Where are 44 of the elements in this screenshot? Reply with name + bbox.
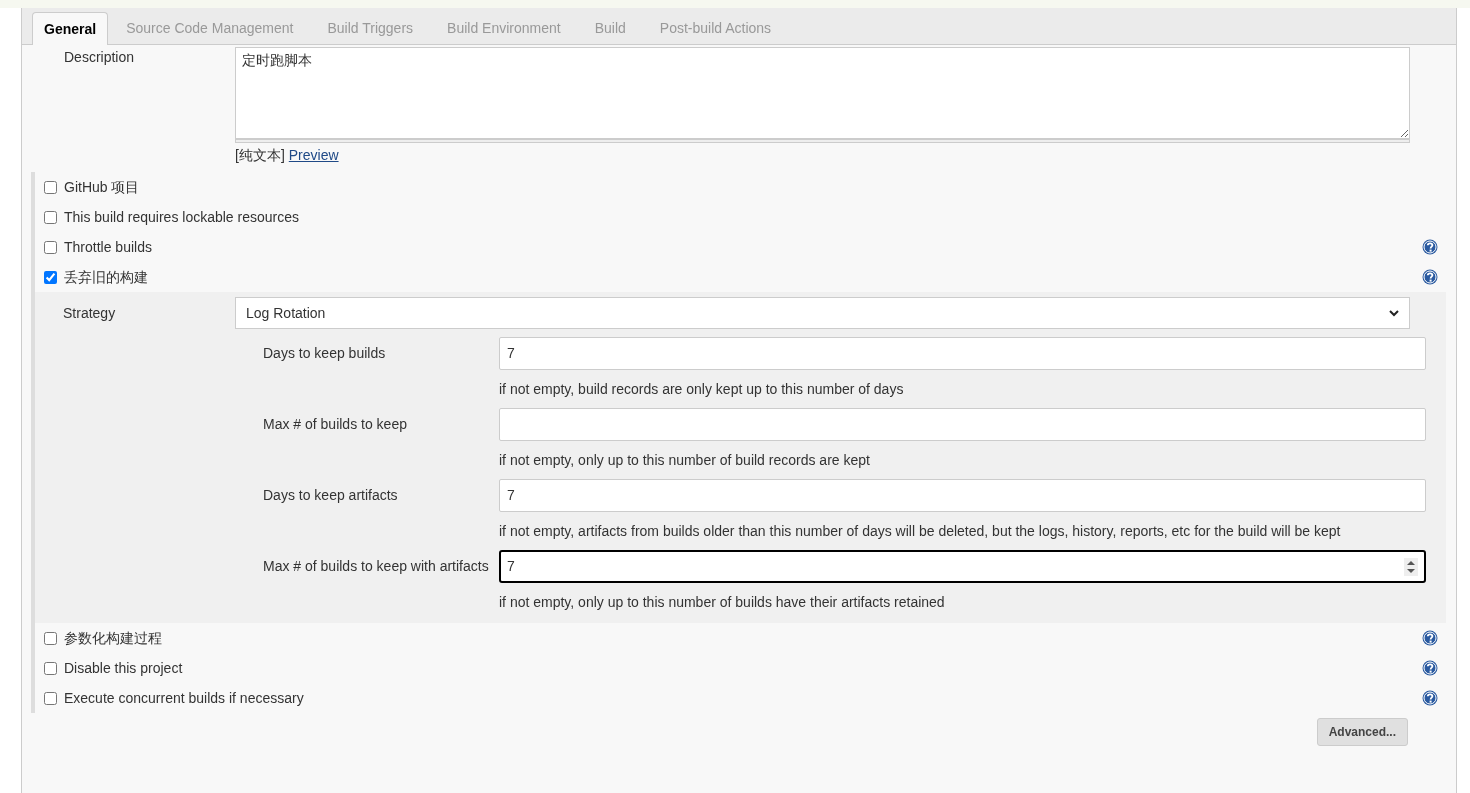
- advanced-button[interactable]: Advanced...: [1316, 718, 1408, 746]
- checkbox[interactable]: [44, 691, 57, 705]
- field-label: Max # of builds to keep with artifacts: [262, 557, 490, 576]
- checkbox-label: 参数化构建过程: [64, 628, 163, 648]
- hint-text: if not empty, artifacts from builds older than this number of days will be deleted, but the logs, history, reports, etc for the build will be kept: [499, 522, 1342, 541]
- checkbox-label: Execute concurrent builds if necessary: [64, 688, 305, 708]
- help-icon[interactable]: [1422, 690, 1438, 706]
- checkbox[interactable]: [44, 631, 57, 645]
- checkbox[interactable]: [44, 240, 57, 254]
- help-icon[interactable]: [1422, 660, 1438, 676]
- help-icon[interactable]: [1422, 630, 1438, 646]
- field-label: Days to keep artifacts: [262, 486, 399, 505]
- checkbox[interactable]: [44, 210, 57, 224]
- input-field[interactable]: 7: [499, 479, 1426, 512]
- checkbox[interactable]: [44, 270, 57, 284]
- input-value: 7: [507, 344, 515, 363]
- strategy-select[interactable]: Log Rotation: [235, 297, 1410, 329]
- checkbox-label: Disable this project: [64, 658, 184, 678]
- input-value: 7: [507, 486, 515, 505]
- help-icon[interactable]: [1422, 239, 1438, 255]
- field-label: Max # of builds to keep: [262, 415, 408, 434]
- description-field[interactable]: 定时跑脚本: [235, 47, 1410, 139]
- preview-link[interactable]: Preview: [288, 145, 339, 166]
- checkbox-label: 丢弃旧的构建: [64, 267, 149, 287]
- field-label: Strategy: [62, 304, 117, 323]
- input-value: 7: [507, 557, 515, 576]
- chevron-down-icon: [1389, 309, 1399, 317]
- tab[interactable]: General: [32, 12, 109, 45]
- checkbox[interactable]: [44, 661, 57, 675]
- input-field[interactable]: 7: [499, 550, 1426, 583]
- format-label: [纯文本]: [235, 146, 285, 165]
- checkbox-label: This build requires lockable resources: [64, 207, 300, 227]
- hint-text: if not empty, only up to this number of builds have their artifacts retained: [499, 593, 946, 612]
- input-field[interactable]: [499, 408, 1426, 441]
- help-icon[interactable]: [1422, 269, 1438, 285]
- hint-text: if not empty, only up to this number of build records are kept: [499, 451, 871, 470]
- checkbox[interactable]: [44, 180, 57, 194]
- spinner-icon[interactable]: [1404, 557, 1418, 576]
- hint-text: if not empty, build records are only kept up to this number of days: [499, 380, 905, 399]
- field-label: Days to keep builds: [262, 344, 387, 363]
- checkbox-label: Throttle builds: [64, 237, 153, 257]
- checkbox-label: GitHub 项目: [64, 177, 141, 197]
- field-label: Description: [63, 48, 136, 67]
- input-field[interactable]: 7: [499, 337, 1426, 370]
